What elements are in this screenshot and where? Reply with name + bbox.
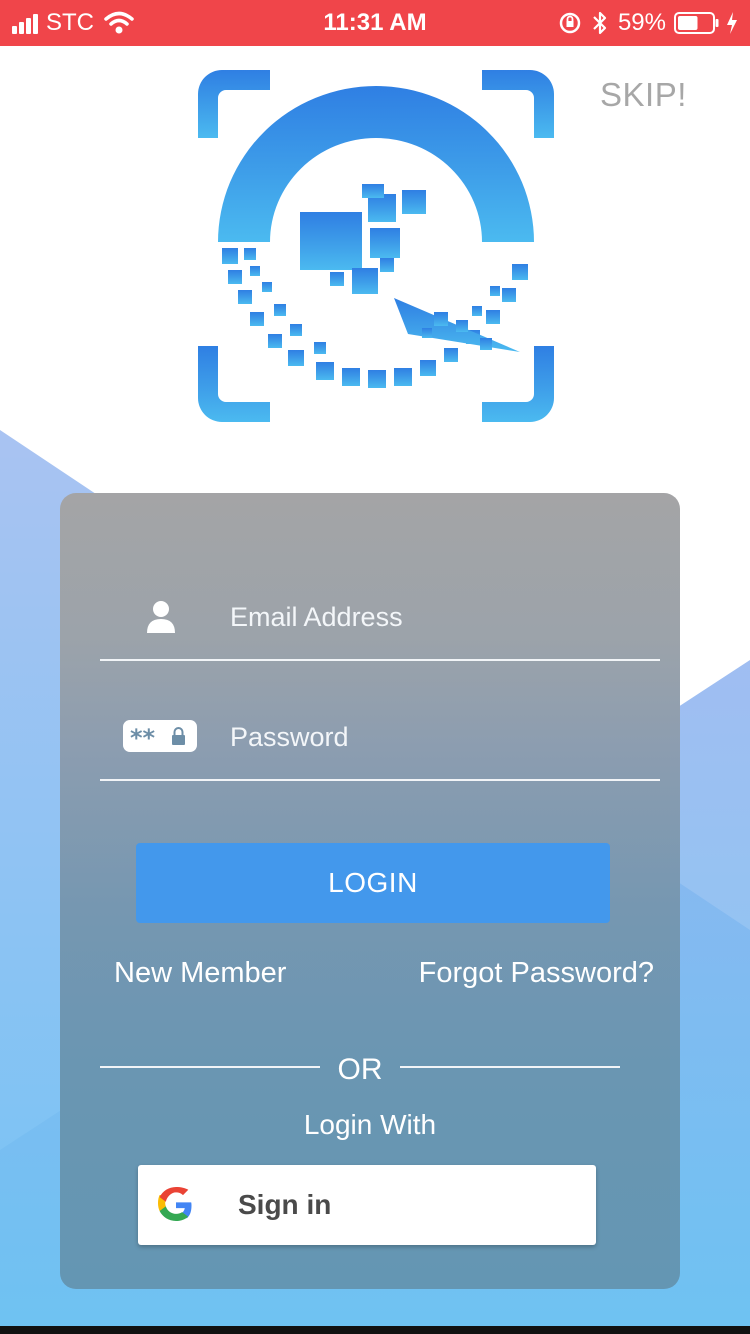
password-input[interactable] xyxy=(230,719,650,755)
bottom-edge xyxy=(0,1326,750,1334)
qr-scan-logo xyxy=(198,70,554,422)
login-with-label: Login With xyxy=(303,1109,437,1140)
password-icon: ** xyxy=(123,720,197,752)
skip-link[interactable]: SKIP! xyxy=(600,76,687,114)
or-label: OR xyxy=(337,1053,383,1086)
user-icon xyxy=(147,601,175,633)
battery-icon xyxy=(674,12,719,34)
new-member-link[interactable]: New Member xyxy=(114,957,286,990)
divider-right xyxy=(400,1066,620,1068)
divider-left xyxy=(100,1066,320,1068)
rotation-lock-icon xyxy=(559,12,581,34)
email-input[interactable] xyxy=(230,599,650,635)
login-button[interactable]: LOGIN xyxy=(136,843,610,923)
email-field xyxy=(100,553,660,661)
charging-icon xyxy=(727,12,737,34)
login-card: ** LOGIN New Member Forgot Password? OR … xyxy=(60,493,680,1289)
status-right: 59% xyxy=(558,9,738,37)
google-icon xyxy=(158,1187,192,1221)
google-signin-label: Sign in xyxy=(238,1189,332,1220)
password-underline xyxy=(100,779,660,781)
email-underline xyxy=(100,659,660,661)
svg-text:**: ** xyxy=(130,724,156,752)
google-signin-button[interactable]: Sign in xyxy=(138,1165,596,1245)
bluetooth-icon xyxy=(593,11,607,35)
forgot-password-link[interactable]: Forgot Password? xyxy=(419,957,654,990)
status-bar: STC 11:31 AM 59% xyxy=(0,0,750,46)
password-field: ** xyxy=(100,693,660,781)
battery-percent: 59% xyxy=(617,9,666,36)
